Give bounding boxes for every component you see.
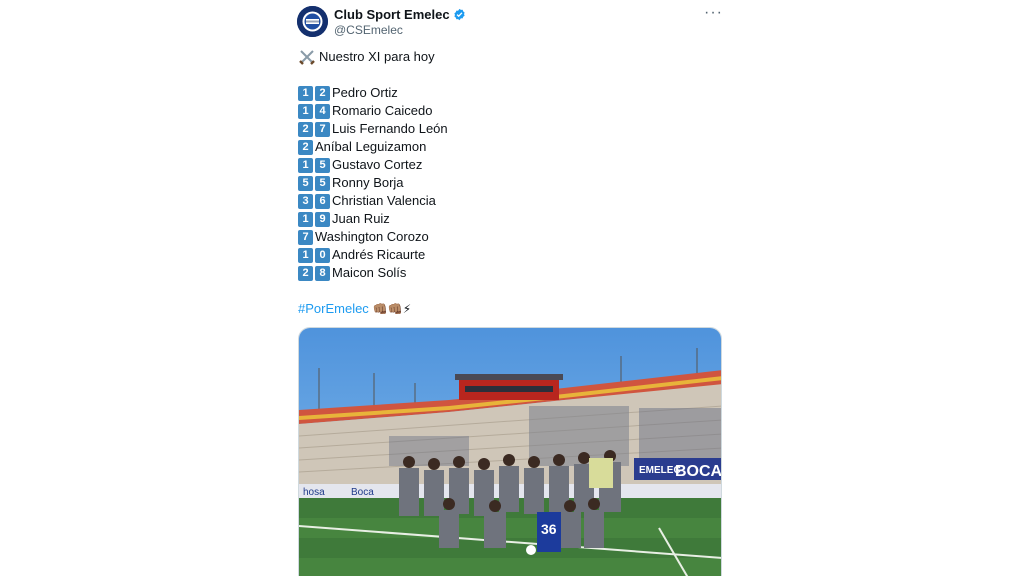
number-keycap-icon: 7 bbox=[298, 229, 313, 245]
player-name: Aníbal Leguizamon bbox=[315, 139, 427, 154]
banner-text: hosa bbox=[303, 487, 325, 498]
number-keycap-icon: 2 bbox=[298, 139, 313, 155]
lineup-item: 5 5 Ronny Borja bbox=[298, 174, 448, 192]
number-keycap-icon: 0 bbox=[315, 247, 330, 263]
number-keycap-icon: 8 bbox=[315, 265, 330, 281]
lineup-item: 1 2 Pedro Ortiz bbox=[298, 84, 448, 102]
intro-text: Nuestro XI para hoy bbox=[319, 49, 435, 64]
number-keycap-icon: 1 bbox=[298, 103, 313, 119]
number-keycap-icon: 5 bbox=[315, 175, 330, 191]
account-handle[interactable]: @CSEmelec bbox=[334, 23, 403, 37]
number-keycap-icon: 3 bbox=[298, 193, 313, 209]
number-keycap-icon: 2 bbox=[315, 85, 330, 101]
intro-line: Nuestro XI para hoy bbox=[298, 48, 448, 66]
number-keycap-icon: 4 bbox=[315, 103, 330, 119]
lineup-item: 1 9 Juan Ruiz bbox=[298, 210, 448, 228]
lineup-item: 1 0 Andrés Ricaurte bbox=[298, 246, 448, 264]
more-options-icon[interactable]: ··· bbox=[704, 5, 723, 21]
shirt-number: 36 bbox=[541, 521, 557, 537]
number-keycap-icon: 1 bbox=[298, 247, 313, 263]
number-keycap-icon: 5 bbox=[298, 175, 313, 191]
player-name: Andrés Ricaurte bbox=[332, 247, 426, 262]
hashtag-line: #PorEmelec 👊🏽👊🏽⚡ bbox=[298, 300, 448, 318]
player-name: Juan Ruiz bbox=[332, 211, 390, 226]
number-keycap-icon: 5 bbox=[315, 157, 330, 173]
banner-text: Boca bbox=[351, 487, 374, 498]
player-name: Romario Caicedo bbox=[332, 103, 433, 118]
player-name: Christian Valencia bbox=[332, 193, 436, 208]
team-photo[interactable]: hosa Boca EMELEC BOCA 36 bbox=[298, 327, 722, 576]
banner-text: BOCA bbox=[675, 463, 722, 480]
player-name: Gustavo Cortez bbox=[332, 157, 423, 172]
lineup-item: 1 5 Gustavo Cortez bbox=[298, 156, 448, 174]
lineup-item: 2 8 Maicon Solís bbox=[298, 264, 448, 282]
account-name-row: Club Sport Emelec bbox=[334, 7, 466, 22]
number-keycap-icon: 1 bbox=[298, 157, 313, 173]
number-keycap-icon: 7 bbox=[315, 121, 330, 137]
lineup-item: 3 6 Christian Valencia bbox=[298, 192, 448, 210]
number-keycap-icon: 2 bbox=[298, 121, 313, 137]
emelec-crest-icon bbox=[297, 6, 328, 37]
lineup-item: 2 Aníbal Leguizamon bbox=[298, 138, 448, 156]
player-name: Luis Fernando León bbox=[332, 121, 448, 136]
verified-badge-icon bbox=[453, 8, 465, 21]
player-name: Washington Corozo bbox=[315, 229, 429, 244]
display-name[interactable]: Club Sport Emelec bbox=[334, 7, 450, 22]
tweet-text: Nuestro XI para hoy 1 2 Pedro Ortiz 1 4 Romar… bbox=[298, 48, 448, 318]
number-keycap-icon: 9 bbox=[315, 211, 330, 227]
tweet-card: Club Sport Emelec @CSEmelec ··· Nuestro … bbox=[285, 0, 735, 576]
lineup-item: 1 4 Romario Caicedo bbox=[298, 102, 448, 120]
lineup-item: 7 Washington Corozo bbox=[298, 228, 448, 246]
avatar[interactable] bbox=[297, 6, 328, 37]
number-keycap-icon: 1 bbox=[298, 211, 313, 227]
crossed-swords-icon bbox=[299, 50, 315, 65]
player-name: Ronny Borja bbox=[332, 175, 404, 190]
team-photo-image: hosa Boca EMELEC BOCA 36 bbox=[299, 328, 722, 576]
number-keycap-icon: 6 bbox=[315, 193, 330, 209]
lineup-item: 2 7 Luis Fernando León bbox=[298, 120, 448, 138]
player-name: Pedro Ortiz bbox=[332, 85, 398, 100]
number-keycap-icon: 2 bbox=[298, 265, 313, 281]
hashtag-link[interactable]: #PorEmelec bbox=[298, 300, 369, 318]
player-name: Maicon Solís bbox=[332, 265, 407, 280]
lineup-list: 1 2 Pedro Ortiz 1 4 Romario Caicedo 2 7 Luis Fer… bbox=[298, 84, 448, 282]
number-keycap-icon: 1 bbox=[298, 85, 313, 101]
fist-bump-emojis: 👊🏽👊🏽⚡ bbox=[372, 302, 412, 316]
